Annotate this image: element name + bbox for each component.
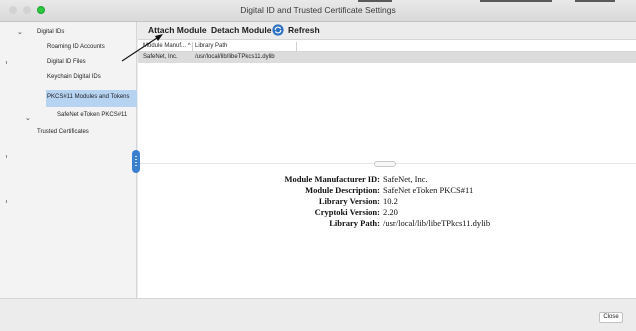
sidebar-item-label: Keychain Digital IDs: [47, 74, 101, 80]
refresh-icon[interactable]: [272, 24, 284, 36]
table-header: Module Manuf... ^ Library Path: [138, 41, 636, 52]
toolbar: Attach Module Detach Module Refresh: [138, 22, 636, 40]
detail-label: Module Manufacturer ID:: [284, 174, 380, 184]
detail-value: SafeNet eToken PKCS#11: [383, 185, 474, 195]
table-cell-manufacturer: SafeNet, Inc.: [143, 54, 178, 60]
sidebar-splitter-handle[interactable]: [132, 150, 140, 173]
refresh-button[interactable]: Refresh: [288, 25, 320, 35]
detach-module-button[interactable]: Detach Module: [211, 25, 271, 35]
sidebar-item-label: Digital ID Files: [47, 59, 86, 65]
sidebar-tree: ⌄ Digital IDs Roaming ID Accounts Digita…: [0, 22, 137, 298]
sidebar-item-digital-id-files[interactable]: Digital ID Files: [0, 55, 137, 71]
edge-marker: [6, 200, 7, 203]
sidebar-item-label: PKCS#11 Modules and Tokens: [47, 94, 130, 100]
edge-marker: [6, 155, 7, 158]
pane-resize-grip[interactable]: [374, 161, 396, 167]
settings-window: Digital ID and Trusted Certificate Setti…: [0, 0, 636, 331]
table-row[interactable]: SafeNet, Inc. /usr/local/lib/libeTPkcs11…: [138, 52, 636, 63]
column-header-library-path[interactable]: Library Path: [195, 43, 227, 49]
dialog-footer: Close: [0, 298, 636, 331]
detail-value: SafeNet, Inc.: [383, 174, 428, 184]
sidebar-item-pkcs11-modules[interactable]: PKCS#11 Modules and Tokens: [46, 90, 137, 107]
column-header-module-manufacturer[interactable]: Module Manuf... ^: [143, 43, 191, 49]
sidebar-item-label: Trusted Certificates: [37, 129, 89, 135]
column-divider[interactable]: [192, 42, 193, 51]
sidebar-item-digital-ids[interactable]: ⌄ Digital IDs: [0, 25, 137, 41]
close-button[interactable]: Close: [599, 312, 623, 323]
titlebar-mark: [575, 0, 615, 2]
detail-label: Library Path:: [329, 218, 380, 228]
detail-label: Library Version:: [318, 196, 380, 206]
attach-module-button[interactable]: Attach Module: [148, 25, 207, 35]
sidebar-item-roaming-id-accounts[interactable]: Roaming ID Accounts: [0, 40, 137, 56]
edge-marker: [6, 61, 7, 64]
window-title: Digital ID and Trusted Certificate Setti…: [240, 5, 396, 15]
chevron-down-icon[interactable]: ⌄: [17, 28, 23, 36]
detail-value: 2.20: [383, 207, 398, 217]
detail-value: 10.2: [383, 196, 398, 206]
detail-row-library-path: Library Path: /usr/local/lib/libeTPkcs11…: [138, 218, 636, 230]
sidebar-item-trusted-certificates[interactable]: Trusted Certificates: [0, 125, 137, 141]
titlebar-mark: [480, 0, 552, 2]
sidebar-item-safenet-etoken[interactable]: SafeNet eToken PKCS#11: [0, 108, 137, 124]
column-divider[interactable]: [296, 42, 297, 51]
sidebar-item-label: SafeNet eToken PKCS#11: [57, 112, 128, 118]
table-cell-library-path: /usr/local/lib/libeTPkcs11.dylib: [195, 54, 275, 60]
sidebar-item-label: Roaming ID Accounts: [47, 44, 105, 50]
sidebar-item-keychain-digital-ids[interactable]: Keychain Digital IDs: [0, 70, 137, 86]
title-bar: Digital ID and Trusted Certificate Setti…: [0, 0, 636, 22]
detail-value: /usr/local/lib/libeTPkcs11.dylib: [383, 218, 491, 228]
detail-label: Cryptoki Version:: [314, 207, 380, 217]
titlebar-mark: [358, 0, 392, 2]
sidebar-item-label: Digital IDs: [37, 29, 65, 35]
main-panel: Attach Module Detach Module Refresh Modu…: [138, 22, 636, 298]
detail-label: Module Description:: [305, 185, 380, 195]
